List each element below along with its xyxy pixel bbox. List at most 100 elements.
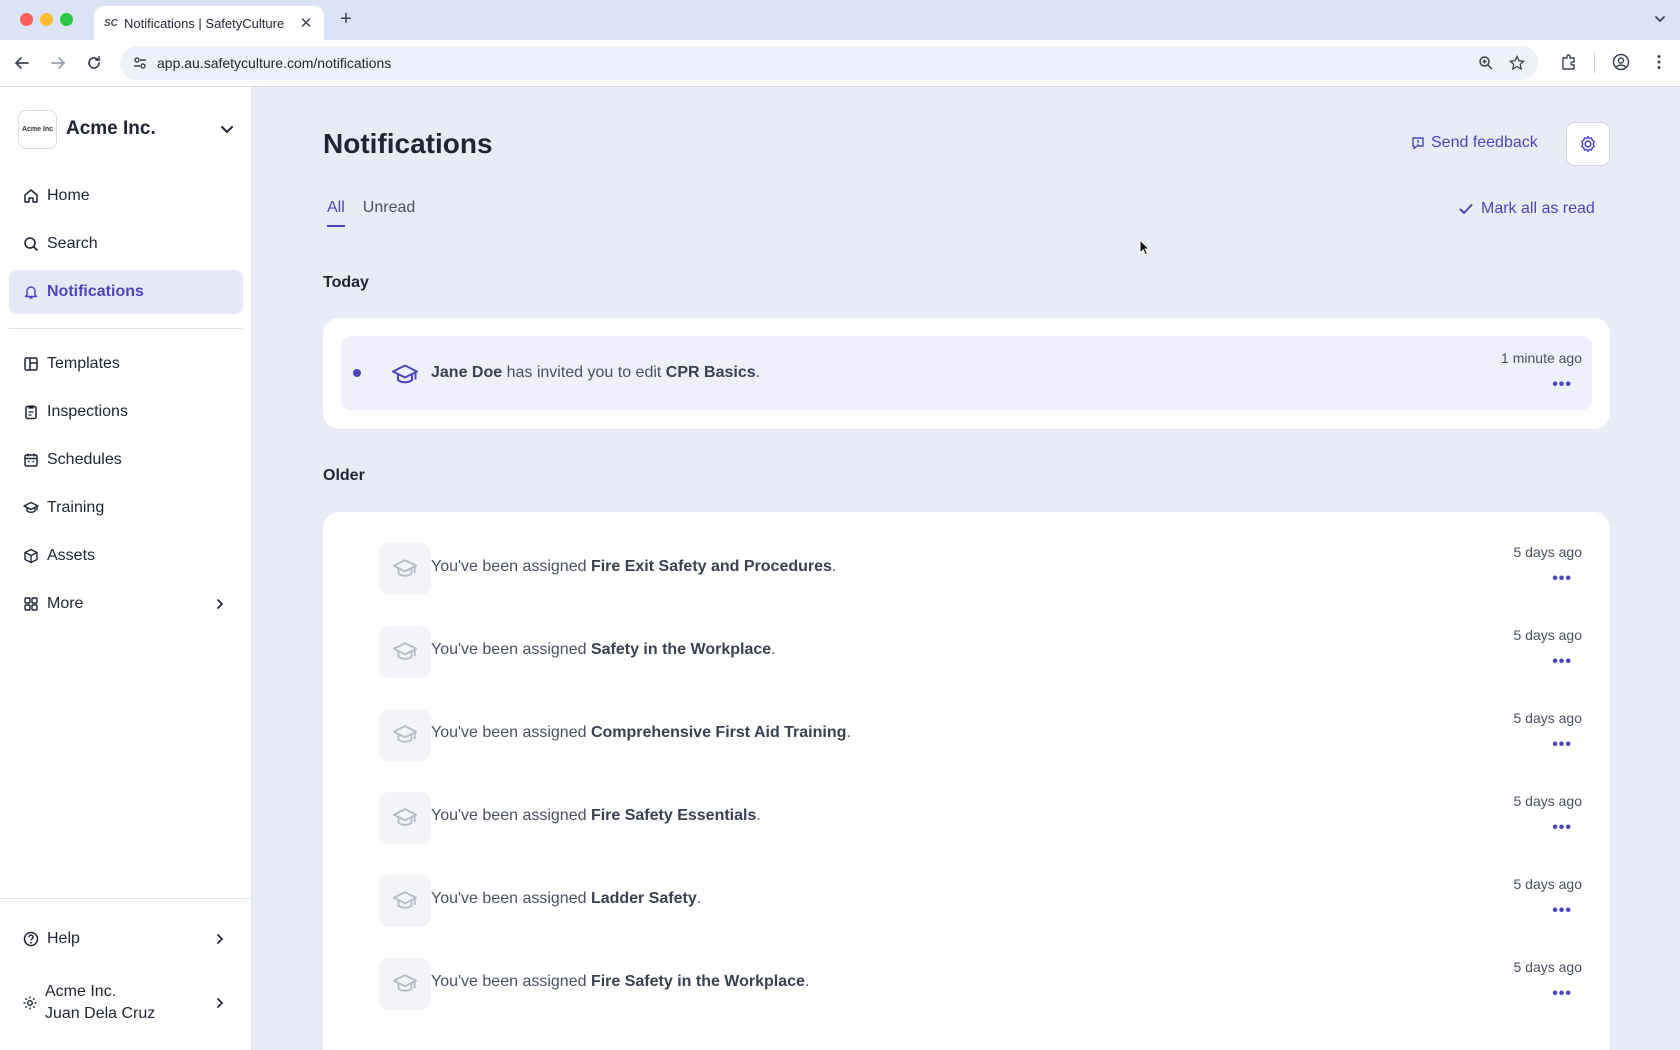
notification-message: You've been assigned — [431, 973, 591, 990]
notification-timestamp: 5 days ago — [1513, 710, 1583, 726]
site-settings-icon[interactable] — [132, 55, 148, 71]
notification-end: . — [696, 890, 702, 907]
sidebar-item-notifications[interactable]: Notifications — [9, 270, 243, 314]
sidebar-item-label: Search — [47, 235, 98, 252]
grid-icon — [22, 595, 40, 613]
notification-item[interactable]: You've been assigned Ladder Safety. 5 da… — [341, 862, 1592, 936]
tab-unread[interactable]: Unread — [363, 199, 415, 227]
sidebar-bottom-divider — [0, 898, 252, 899]
more-options-icon[interactable]: ••• — [1552, 736, 1572, 754]
sidebar-item-label: Templates — [47, 355, 120, 372]
notification-item-name: Fire Safety in the Workplace — [590, 973, 805, 990]
sidebar-item-schedules[interactable]: Schedules — [9, 438, 243, 482]
search-icon — [22, 235, 40, 253]
sidebar-item-label: Home — [47, 187, 90, 204]
graduation-cap-icon — [379, 709, 431, 761]
new-tab-button[interactable]: + — [336, 8, 356, 31]
graduation-cap-icon — [379, 958, 431, 1010]
more-options-icon[interactable]: ••• — [1552, 902, 1572, 920]
sidebar-item-home[interactable]: Home — [9, 174, 243, 218]
notification-end: . — [831, 558, 837, 575]
bell-icon — [22, 283, 40, 301]
more-options-icon[interactable]: ••• — [1552, 653, 1572, 671]
browser-tab-bar: SC Notifications | SafetyCulture ✕ + — [0, 0, 1680, 40]
sidebar: Acme Inc Acme Inc. Home Search Notificat… — [0, 87, 252, 1050]
maximize-window-button[interactable] — [60, 13, 73, 26]
notification-text: You've been assigned Safety in the Workp… — [431, 641, 776, 659]
notification-item[interactable]: Jane Doe has invited you to edit CPR Bas… — [341, 336, 1592, 410]
notification-item[interactable]: You've been assigned Fire Safety Essenti… — [341, 779, 1592, 853]
account-menu[interactable]: Acme Inc. Juan Dela Cruz — [9, 973, 243, 1033]
notification-message: has invited you to edit — [502, 364, 666, 381]
org-switcher[interactable]: Acme Inc Acme Inc. — [18, 109, 242, 149]
clipboard-icon — [22, 403, 40, 421]
mark-all-read-button[interactable]: Mark all as read — [1458, 200, 1595, 218]
sidebar-item-assets[interactable]: Assets — [9, 534, 243, 578]
sidebar-item-search[interactable]: Search — [9, 222, 243, 266]
box-icon — [22, 547, 40, 565]
notification-actor: Jane Doe — [431, 364, 503, 381]
tab-search-chevron-icon[interactable] — [1652, 11, 1668, 27]
back-arrow-icon[interactable] — [12, 53, 32, 73]
safetyculture-favicon-icon: SC — [104, 17, 118, 29]
sidebar-item-training[interactable]: Training — [9, 486, 243, 530]
tab-all[interactable]: All — [327, 199, 345, 227]
more-options-icon[interactable]: ••• — [1552, 819, 1572, 837]
chevron-right-icon — [213, 932, 227, 946]
notification-item[interactable]: You've been assigned Safety in the Workp… — [341, 613, 1592, 687]
extensions-icon[interactable] — [1560, 53, 1578, 71]
mouse-cursor-icon — [1139, 239, 1151, 257]
more-options-icon[interactable]: ••• — [1552, 985, 1572, 1003]
profile-icon[interactable] — [1612, 53, 1630, 71]
browser-menu-icon[interactable] — [1650, 53, 1668, 71]
page-title: Notifications — [323, 128, 493, 159]
minimize-window-button[interactable] — [40, 13, 53, 26]
notification-text: You've been assigned Fire Exit Safety an… — [431, 558, 836, 576]
feedback-icon — [1412, 137, 1424, 150]
sidebar-item-inspections[interactable]: Inspections — [9, 390, 243, 434]
more-options-icon[interactable]: ••• — [1552, 570, 1572, 588]
notification-tabs: All Unread — [327, 199, 415, 227]
zoom-icon[interactable] — [1478, 55, 1494, 71]
sidebar-item-help[interactable]: Help — [9, 917, 243, 961]
reload-icon[interactable] — [84, 53, 104, 73]
send-feedback-button[interactable]: Send feedback — [1411, 134, 1538, 152]
address-bar[interactable]: app.au.safetyculture.com/notifications — [120, 46, 1538, 80]
browser-tab-title: Notifications | SafetyCulture — [124, 15, 285, 31]
browser-tab[interactable]: SC Notifications | SafetyCulture ✕ — [94, 6, 324, 40]
notification-end: . — [755, 364, 761, 381]
close-tab-icon[interactable]: ✕ — [298, 14, 314, 32]
close-window-button[interactable] — [20, 13, 33, 26]
sidebar-item-templates[interactable]: Templates — [9, 342, 243, 386]
notification-message: You've been assigned — [431, 807, 591, 824]
sidebar-divider — [9, 328, 243, 329]
section-heading-older: Older — [323, 467, 365, 484]
sidebar-item-label: Help — [47, 930, 80, 947]
notification-timestamp: 5 days ago — [1513, 876, 1583, 892]
notification-end: . — [804, 973, 810, 990]
org-name: Acme Inc. — [66, 118, 156, 139]
notification-end: . — [756, 807, 761, 824]
sidebar-item-label: Training — [47, 499, 105, 516]
notification-item[interactable]: You've been assigned Fire Exit Safety an… — [341, 530, 1592, 604]
notification-text: You've been assigned Ladder Safety. — [431, 890, 701, 908]
more-options-icon[interactable]: ••• — [1552, 376, 1572, 394]
bookmark-star-icon[interactable] — [1509, 55, 1525, 71]
notification-settings-button[interactable] — [1566, 122, 1610, 166]
templates-icon — [22, 355, 40, 373]
sidebar-item-label: Notifications — [47, 283, 144, 300]
notification-item[interactable]: You've been assigned Fire Safety in the … — [341, 945, 1592, 1019]
url-text[interactable]: app.au.safetyculture.com/notifications — [157, 55, 391, 71]
notification-message: You've been assigned — [431, 558, 591, 575]
forward-arrow-icon[interactable] — [48, 53, 68, 73]
sidebar-item-more[interactable]: More — [9, 582, 243, 626]
org-logo: Acme Inc — [18, 109, 57, 149]
graduation-cap-icon — [379, 349, 431, 401]
toolbar-divider — [1594, 53, 1595, 73]
notification-timestamp: 5 days ago — [1513, 793, 1583, 809]
section-heading-today: Today — [323, 274, 369, 291]
notification-text: You've been assigned Fire Safety Essenti… — [431, 807, 761, 825]
notification-item[interactable]: You've been assigned Comprehensive First… — [341, 696, 1592, 770]
notification-item-name: CPR Basics — [665, 364, 756, 381]
notification-end: . — [846, 724, 851, 741]
